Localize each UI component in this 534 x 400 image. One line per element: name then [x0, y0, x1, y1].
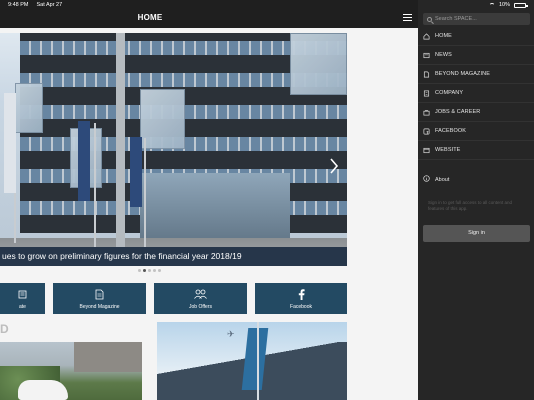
menu-item-label: JOBS & CAREER: [435, 109, 481, 115]
menu-item-about[interactable]: About: [418, 170, 534, 189]
app-root: 9:48 PM Sat Apr 27 10% HOME ues to grow …: [0, 0, 534, 400]
status-date: Sat Apr 27: [36, 2, 63, 8]
facebook-icon: [255, 288, 347, 300]
tile-label: ate: [19, 304, 26, 310]
news-card-image[interactable]: ✈: [157, 322, 347, 400]
news-icon: [423, 52, 430, 59]
menu-item-label: NEWS: [435, 52, 452, 58]
menu-item-label: BEYOND MAGAZINE: [435, 71, 490, 77]
tile-beyond-magazine[interactable]: Beyond Magazine: [53, 283, 146, 314]
menu-icon[interactable]: [403, 14, 412, 21]
menu-item-home[interactable]: HOME: [418, 27, 534, 46]
side-drawer: HOME NEWS BEYOND MAGAZINE COMPANY JOBS &…: [418, 0, 534, 400]
people-icon: [154, 288, 247, 300]
hero-caption[interactable]: ues to grow on preliminary figures for t…: [0, 247, 347, 266]
tile-job-offers[interactable]: Job Offers: [154, 283, 247, 314]
company-icon: [423, 90, 430, 97]
status-time: 9:48 PM: [8, 2, 29, 8]
menu-item-website[interactable]: WEBSITE: [418, 141, 534, 160]
tile-news[interactable]: ate: [0, 283, 45, 314]
menu-item-jobs-career[interactable]: JOBS & CAREER: [418, 103, 534, 122]
about-label: About: [435, 176, 450, 183]
search-icon: [427, 16, 432, 22]
briefcase-icon: [423, 109, 430, 116]
menu-item-label: WEBSITE: [435, 147, 461, 153]
magazine-icon: [423, 71, 430, 78]
slider-dot[interactable]: [153, 269, 156, 272]
menu-item-news[interactable]: NEWS: [418, 46, 534, 65]
main-app: HOME ues to grow on preliminary figures …: [0, 0, 418, 400]
slider-dot[interactable]: [158, 269, 161, 272]
wifi-icon: [488, 2, 495, 8]
newspaper-icon: [0, 288, 45, 300]
menu-item-beyond-magazine[interactable]: BEYOND MAGAZINE: [418, 65, 534, 84]
sign-in-button[interactable]: Sign in: [423, 225, 530, 242]
document-icon: [53, 288, 146, 300]
menu-item-facebook[interactable]: FACEBOOK: [418, 122, 534, 141]
slider-dots[interactable]: [138, 269, 161, 272]
slider-dot[interactable]: [143, 269, 146, 272]
menu-item-label: COMPANY: [435, 90, 464, 96]
battery-icon: [514, 2, 528, 8]
status-bar: 9:48 PM Sat Apr 27 10%: [0, 0, 534, 10]
home-icon: [423, 32, 430, 40]
menu-item-label: HOME: [435, 33, 452, 39]
tile-label: Facebook: [290, 304, 312, 310]
hero-slider[interactable]: [0, 33, 347, 266]
chevron-right-icon[interactable]: [329, 157, 339, 175]
news-card-image[interactable]: [0, 342, 142, 400]
battery-percent: 10%: [498, 2, 510, 8]
section-heading: D: [0, 322, 9, 336]
facebook-icon: [423, 128, 430, 135]
menu-item-label: FACEBOOK: [435, 128, 467, 134]
tile-label: Job Offers: [189, 304, 212, 310]
drawer-menu: HOME NEWS BEYOND MAGAZINE COMPANY JOBS &…: [418, 27, 534, 160]
menu-item-company[interactable]: COMPANY: [418, 84, 534, 103]
slider-dot[interactable]: [138, 269, 141, 272]
tile-facebook[interactable]: Facebook: [255, 283, 347, 314]
search-bar[interactable]: [423, 13, 530, 25]
signin-hint: Sign in to get full access to all conten…: [428, 200, 513, 211]
globe-icon: [423, 147, 430, 154]
slider-dot[interactable]: [148, 269, 151, 272]
search-input[interactable]: [435, 16, 525, 22]
page-title: HOME: [137, 13, 163, 22]
status-right: 10%: [488, 2, 528, 8]
info-icon: [423, 175, 430, 184]
tile-label: Beyond Magazine: [79, 304, 120, 310]
